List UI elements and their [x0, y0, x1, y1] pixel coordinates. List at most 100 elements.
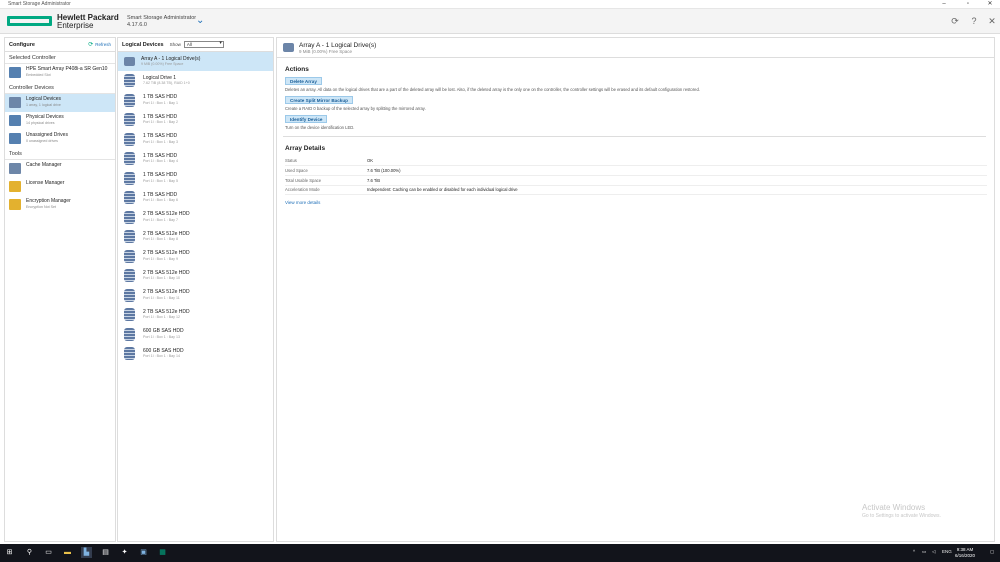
configure-panel: Configure ⟳ Refresh Selected Controller … — [4, 37, 116, 542]
logical-devices-header: Logical Devices Show All — [118, 38, 273, 52]
disk-drive-icon — [124, 230, 135, 244]
device-item[interactable]: 600 GB SAS HDD Port 1I : Box 1 : Bay 14 — [118, 344, 273, 364]
device-sub: Port 1I : Box 1 : Bay 7 — [143, 217, 178, 222]
nav-logical-devices[interactable]: Logical Devices 1 array, 1 logical drive — [5, 94, 115, 112]
device-sub: Port 1I : Box 1 : Bay 1 — [143, 100, 178, 105]
language-indicator[interactable]: ENG — [942, 549, 952, 554]
nav-encryption-manager[interactable]: Encryption Manager Encryption Not Set — [5, 196, 115, 214]
create-split-mirror-button[interactable]: Create Split Mirror Backup — [285, 96, 353, 104]
array-details-title: Array Details — [285, 145, 326, 152]
watermark-title: Activate Windows — [862, 503, 926, 512]
device-item[interactable]: 2 TB SAS 512e HDD Port 1I : Box 1 : Bay 8 — [118, 227, 273, 247]
device-item[interactable]: 1 TB SAS HDD Port 1I : Box 1 : Bay 4 — [118, 149, 273, 169]
controller-slot: Embedded Slot — [26, 72, 51, 77]
refresh-label: Refresh — [95, 42, 111, 47]
refresh-icon[interactable]: ⟳ — [950, 16, 960, 26]
device-item[interactable]: 1 TB SAS HDD Port 1I : Box 1 : Bay 1 — [118, 91, 273, 111]
device-item-array[interactable]: Array A - 1 Logical Drive(s) 9 MiB (0.00%… — [118, 52, 273, 71]
refresh-button[interactable]: ⟳ Refresh — [88, 41, 111, 48]
license-manager-icon — [9, 181, 21, 192]
device-item[interactable]: 1 TB SAS HDD Port 1I : Box 1 : Bay 2 — [118, 110, 273, 130]
disk-drive-icon — [124, 210, 135, 224]
show-label: Show — [169, 42, 181, 47]
restore-icon[interactable]: ▫ — [960, 0, 976, 9]
chevron-down-icon[interactable]: ⌄ — [196, 15, 204, 26]
minimize-icon[interactable]: – — [936, 0, 952, 9]
terminal-icon[interactable]: ▤ — [100, 547, 111, 558]
device-sub: 9 MiB (0.00%) Free Space — [141, 62, 184, 66]
task-view-icon[interactable]: ▭ — [43, 547, 54, 558]
nav-label: Logical Devices — [26, 96, 62, 102]
close-icon[interactable]: ✕ — [987, 16, 997, 26]
table-row: Used Space 7.6 TiB (100.00%) — [285, 165, 987, 176]
detail-subtitle: 9 MiB (0.00%) Free Space — [299, 48, 353, 54]
network-icon[interactable]: ▣ — [138, 547, 149, 558]
device-name: 1 TB SAS HDD — [143, 172, 178, 179]
close-icon[interactable]: ✕ — [982, 0, 998, 9]
array-details-table: Status OK Used Space 7.6 TiB (100.00%) Tot… — [285, 156, 987, 196]
device-sub: Port 1I : Box 1 : Bay 12 — [143, 315, 180, 320]
nav-physical-devices[interactable]: Physical Devices 14 physical drives — [5, 112, 115, 130]
device-item[interactable]: 2 TB SAS 512e HDD Port 1I : Box 1 : Bay 1… — [118, 266, 273, 286]
identify-device-button[interactable]: Identify Device — [285, 115, 328, 123]
nav-cache-manager[interactable]: Cache Manager — [5, 160, 115, 178]
nav-label: Physical Devices — [26, 114, 64, 120]
array-icon — [124, 57, 135, 66]
network-tray-icon[interactable]: ▭ — [922, 549, 926, 555]
file-explorer-icon[interactable]: ▬ — [62, 547, 73, 558]
disk-drive-icon — [124, 308, 135, 322]
disk-drive-icon — [124, 327, 135, 341]
view-more-details-link[interactable]: View more details — [277, 195, 994, 210]
device-sub: Port 1I : Box 1 : Bay 10 — [143, 276, 180, 281]
disk-drive-icon — [124, 132, 135, 146]
refresh-icon: ⟳ — [88, 42, 94, 48]
controller-item[interactable]: HPE Smart Array P408i-a SR Gen10 Embedde… — [5, 64, 115, 82]
device-name: 2 TB SAS 512e HDD — [143, 289, 190, 296]
volume-tray-icon[interactable]: ◁ — [932, 549, 935, 555]
unassigned-drives-icon — [9, 133, 21, 144]
nav-sublabel: 1 array, 1 logical drive — [26, 102, 61, 107]
app-name: Smart Storage Administrator — [127, 15, 197, 21]
actions-title: Actions — [285, 66, 309, 73]
nav-sublabel: Encryption Not Set — [26, 204, 56, 209]
device-item[interactable]: 600 GB SAS HDD Port 1I : Box 1 : Bay 13 — [118, 325, 273, 345]
notifications-icon[interactable]: ▢ — [990, 549, 994, 555]
hpe-app-icon[interactable]: ▦ — [157, 547, 168, 558]
help-icon[interactable]: ? — [969, 16, 979, 26]
logical-devices-panel: Logical Devices Show All Array A - 1 Log… — [117, 37, 274, 542]
device-sub: Port 1I : Box 1 : Bay 13 — [143, 334, 180, 339]
device-sub: Port 1I : Box 1 : Bay 6 — [143, 198, 178, 203]
device-item[interactable]: 1 TB SAS HDD Port 1I : Box 1 : Bay 3 — [118, 130, 273, 150]
delete-array-button[interactable]: Delete Array — [285, 77, 322, 85]
tray-chevron-up-icon[interactable]: ^ — [913, 549, 915, 554]
device-sub: Port 1I : Box 1 : Bay 14 — [143, 354, 180, 359]
ssa-app-icon[interactable]: ▙ — [81, 547, 92, 558]
device-sub: Port 1I : Box 1 : Bay 5 — [143, 178, 178, 183]
server-manager-icon[interactable]: ✦ — [119, 547, 130, 558]
device-name: 1 TB SAS HDD — [143, 94, 178, 101]
disk-drive-icon — [124, 152, 135, 166]
device-sub: Port 1I : Box 1 : Bay 4 — [143, 159, 178, 164]
disk-drive-icon — [124, 113, 135, 127]
show-filter-select[interactable]: All — [183, 41, 224, 48]
device-item[interactable]: Logical Drive 1 7.62 TiB (8.38 TB), RAID … — [118, 71, 273, 91]
device-item[interactable]: 2 TB SAS 512e HDD Port 1I : Box 1 : Bay 1… — [118, 305, 273, 325]
device-sub: Port 1I : Box 1 : Bay 2 — [143, 120, 178, 125]
taskbar-clock[interactable]: 9:38 AM 6/16/2020 — [955, 547, 975, 559]
device-item[interactable]: 1 TB SAS HDD Port 1I : Box 1 : Bay 5 — [118, 169, 273, 189]
disk-drive-icon — [124, 191, 135, 205]
app-title: Smart Storage Administrator 4.17.6.0 — [127, 15, 196, 28]
disk-drive-icon — [124, 74, 135, 88]
device-item[interactable]: 1 TB SAS HDD Port 1I : Box 1 : Bay 6 — [118, 188, 273, 208]
nav-license-manager[interactable]: License Manager — [5, 178, 115, 196]
brand-line2: Enterprise — [57, 21, 94, 30]
device-item[interactable]: 2 TB SAS 512e HDD Port 1I : Box 1 : Bay 1… — [118, 286, 273, 306]
device-name: 2 TB SAS 512e HDD — [143, 211, 190, 218]
nav-unassigned-drives[interactable]: Unassigned Drives 0 unassigned drives — [5, 130, 115, 148]
device-item[interactable]: 2 TB SAS 512e HDD Port 1I : Box 1 : Bay 9 — [118, 247, 273, 267]
windows-start-icon[interactable]: ⊞ — [4, 547, 15, 558]
table-row: Acceleration Mode Independent: Caching ca… — [285, 185, 987, 196]
device-item[interactable]: 2 TB SAS 512e HDD Port 1I : Box 1 : Bay 7 — [118, 208, 273, 228]
device-list: Array A - 1 Logical Drive(s) 9 MiB (0.00%… — [118, 52, 273, 364]
search-icon[interactable]: ⚲ — [24, 547, 35, 558]
